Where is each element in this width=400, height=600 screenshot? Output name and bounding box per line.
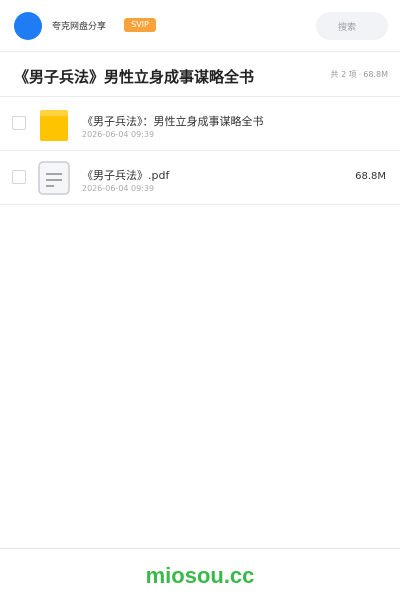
file-name[interactable]: 《男子兵法》：男性立身成事谋略全书 <box>82 113 264 129</box>
file-date: 2026-06-04 09:39 <box>82 130 155 139</box>
folder-title-bar: 《男子兵法》男性立身成事谋略全书 共 2 项 · 68.8M <box>0 53 400 97</box>
select-checkbox[interactable] <box>12 116 26 130</box>
share-owner-name: 夸克网盘分享 <box>52 22 107 32</box>
file-date: 2026-06-04 09:39 <box>82 184 155 193</box>
file-row-pdf[interactable]: 《男子兵法》.pdf 2026-06-04 09:39 68.8M <box>0 151 400 205</box>
svip-badge: SVIP <box>124 18 156 32</box>
avatar[interactable] <box>14 12 42 40</box>
folder-summary: 共 2 项 · 68.8M <box>331 69 388 80</box>
folder-icon <box>40 110 68 141</box>
document-icon <box>38 161 70 195</box>
total-size: 68.8M <box>363 70 388 79</box>
page-title: 《男子兵法》男性立身成事谋略全书 <box>14 68 255 86</box>
file-size: 68.8M <box>355 171 386 182</box>
file-name[interactable]: 《男子兵法》.pdf <box>82 167 169 183</box>
summary-separator: · <box>358 70 362 79</box>
share-header: 夸克网盘分享 SVIP 搜索 <box>0 0 400 52</box>
brand-watermark[interactable]: miosou.cc <box>0 563 400 589</box>
search-box[interactable]: 搜索 <box>316 12 388 40</box>
footer-bar: miosou.cc <box>0 548 400 600</box>
search-placeholder: 搜索 <box>338 23 357 33</box>
file-row-folder[interactable]: 《男子兵法》：男性立身成事谋略全书 2026-06-04 09:39 <box>0 97 400 151</box>
item-count: 共 2 项 <box>330 70 357 79</box>
select-checkbox[interactable] <box>12 170 26 184</box>
